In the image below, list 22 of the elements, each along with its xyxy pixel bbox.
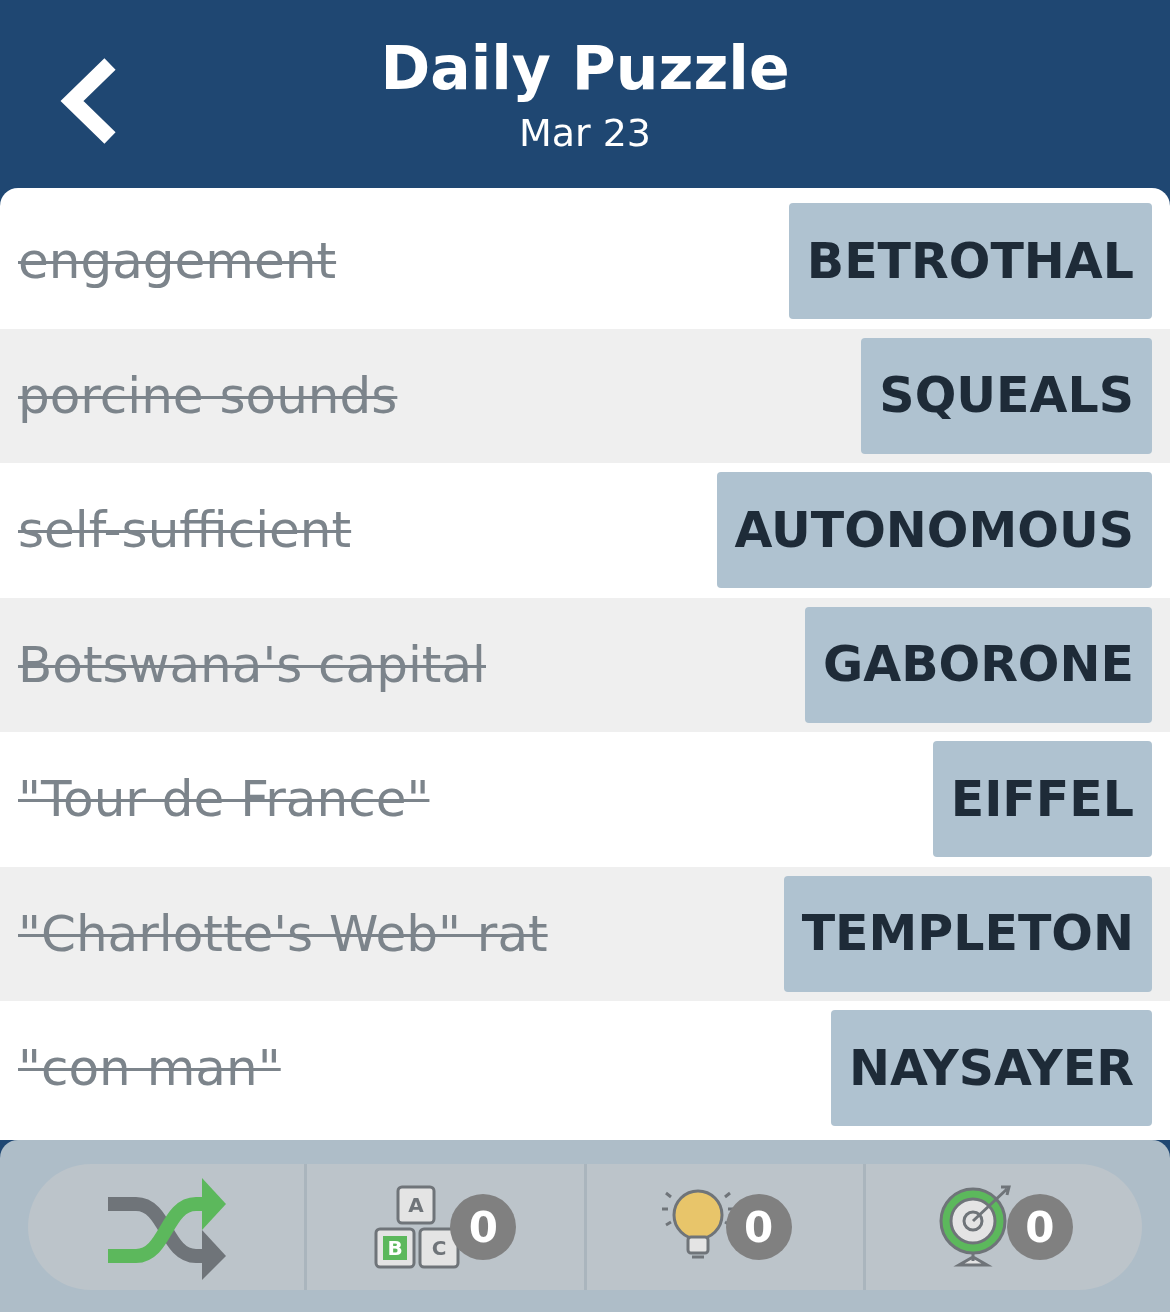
answer-tile: BETROTHAL (788, 203, 1152, 320)
answer-tile: EIFFEL (932, 741, 1152, 858)
screen-title: Daily Puzzle (380, 32, 790, 104)
clue-text: porcine sounds (18, 366, 398, 425)
letters-button[interactable]: A B C 0 (304, 1164, 584, 1290)
clue-text: Botswana's capital (18, 635, 486, 694)
answer-tile: AUTONOMOUS (716, 472, 1152, 589)
count-badge: 0 (1006, 1194, 1073, 1260)
answer-tile: NAYSAYER (831, 1010, 1152, 1127)
target-button[interactable]: 0 (862, 1164, 1142, 1290)
answer-tile: TEMPLETON (783, 875, 1152, 992)
puzzle-date: Mar 23 (518, 110, 652, 157)
clue-text: "Tour de France" (18, 770, 430, 829)
count-badge: 0 (725, 1194, 792, 1260)
clue-text: engagement (18, 232, 337, 291)
clue-text: "Charlotte's Web" rat (18, 904, 548, 963)
count-badge: 0 (450, 1194, 517, 1260)
hint-button[interactable]: 0 (583, 1164, 863, 1290)
answer-tile: GABORONE (805, 606, 1152, 723)
answer-tile: SQUEALS (861, 337, 1152, 454)
clue-text: self-sufficient (18, 501, 352, 560)
clue-text: "con man" (18, 1039, 281, 1098)
